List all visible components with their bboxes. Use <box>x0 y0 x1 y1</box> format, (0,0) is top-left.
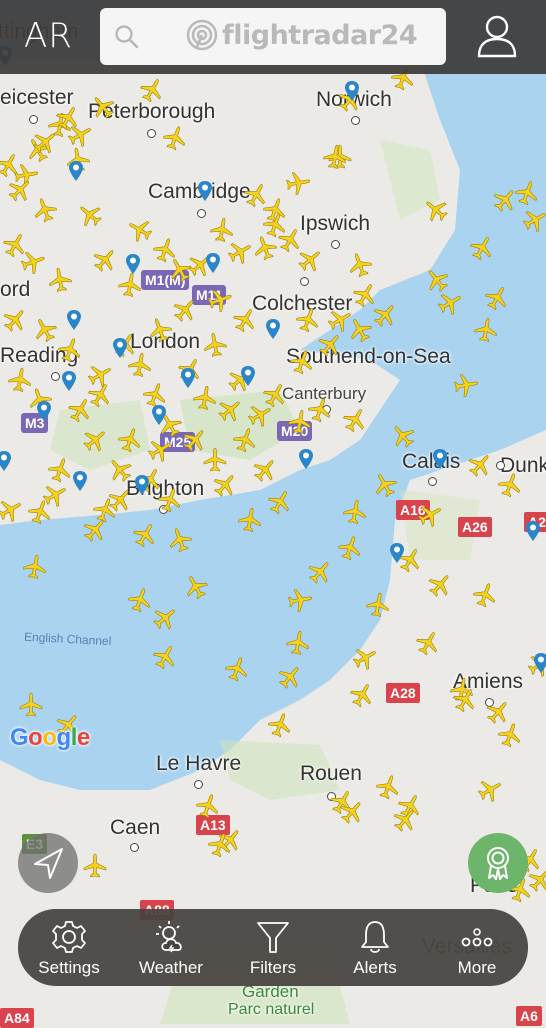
navigation-arrow-icon <box>34 848 63 879</box>
airport-pin-icon[interactable] <box>197 180 213 202</box>
aircraft-icon[interactable] <box>283 168 313 198</box>
aircraft-icon[interactable] <box>235 505 265 535</box>
aircraft-icon[interactable] <box>285 585 315 615</box>
search-placeholder: flightradar24 <box>222 19 418 51</box>
user-icon[interactable] <box>476 14 518 58</box>
city-dot <box>197 209 206 218</box>
my-location-button[interactable] <box>18 833 78 893</box>
aircraft-icon[interactable] <box>18 692 44 718</box>
award-ribbon-icon <box>487 847 509 880</box>
road-shield: A26 <box>458 517 492 537</box>
filter-icon <box>257 921 289 953</box>
aircraft-icon[interactable] <box>363 590 393 620</box>
airport-pin-icon[interactable] <box>36 400 52 422</box>
nav-filters-label: Filters <box>249 957 297 977</box>
bell-icon <box>361 920 389 953</box>
nav-more-label: More <box>457 957 497 977</box>
aircraft-icon[interactable] <box>20 552 50 582</box>
nav-settings[interactable]: Settings <box>24 918 114 978</box>
airport-pin-icon[interactable] <box>525 520 541 542</box>
top-bar: AR flightradar24 <box>0 0 546 74</box>
aircraft-icon[interactable] <box>320 142 350 172</box>
flightradar24-logo: flightradar24 <box>186 19 418 51</box>
radar-icon <box>186 19 218 51</box>
city-dot <box>51 372 60 381</box>
airport-pin-icon[interactable] <box>533 652 546 674</box>
airport-pin-icon[interactable] <box>265 318 281 340</box>
google-attribution: Google <box>10 724 90 751</box>
aircraft-icon[interactable] <box>451 370 481 400</box>
aircraft-icon[interactable] <box>283 628 313 658</box>
airport-pin-icon[interactable] <box>72 470 88 492</box>
airport-pin-icon[interactable] <box>125 253 141 275</box>
aircraft-icon[interactable] <box>5 365 35 395</box>
aircraft-icon[interactable] <box>340 497 370 527</box>
road-shield: A84 <box>0 1008 34 1028</box>
nav-filters[interactable]: Filters <box>228 918 318 978</box>
airport-pin-icon[interactable] <box>180 367 196 389</box>
city-label-oxford: ord <box>0 278 31 301</box>
airport-pin-icon[interactable] <box>389 542 405 564</box>
aircraft-icon[interactable] <box>45 265 75 295</box>
airport-pin-icon[interactable] <box>298 448 314 470</box>
ar-button[interactable]: AR <box>24 16 73 56</box>
aircraft-icon[interactable] <box>200 330 230 360</box>
city-label-ipswich: Ipswich <box>300 212 371 235</box>
airport-pin-icon[interactable] <box>432 448 448 470</box>
aircraft-icon[interactable] <box>82 853 108 879</box>
aircraft-icon[interactable] <box>125 350 155 380</box>
nav-weather-label: Weather <box>139 957 203 977</box>
city-dot <box>428 477 437 486</box>
city-dot <box>331 240 340 249</box>
city-dot <box>194 780 203 789</box>
airport-pin-icon[interactable] <box>66 309 82 331</box>
nav-settings-label: Settings <box>38 957 100 977</box>
road-shield: A6 <box>516 1006 542 1026</box>
road-shield: A28 <box>386 683 420 703</box>
nav-alerts[interactable]: Alerts <box>330 918 420 978</box>
city-dot <box>130 843 139 852</box>
search-input[interactable]: flightradar24 <box>100 8 446 65</box>
airport-pin-icon[interactable] <box>68 160 84 182</box>
nav-weather[interactable]: Weather <box>126 918 216 978</box>
bottom-nav: Settings Weather Filters Alerts More <box>18 909 528 986</box>
aircraft-icon[interactable] <box>285 407 315 437</box>
city-dot <box>147 129 156 138</box>
city-label-caen: Caen <box>110 816 161 839</box>
gear-icon <box>52 920 86 953</box>
nav-alerts-label: Alerts <box>353 957 397 977</box>
airport-pin-icon[interactable] <box>344 80 360 102</box>
aircraft-icon[interactable] <box>471 315 501 345</box>
city-label-le-havre: Le Havre <box>156 752 242 775</box>
airport-pin-icon[interactable] <box>240 365 256 387</box>
airport-pin-icon[interactable] <box>0 450 12 472</box>
city-dot <box>29 115 38 124</box>
airport-pin-icon[interactable] <box>151 404 167 426</box>
airport-pin-icon[interactable] <box>134 474 150 496</box>
airport-pin-icon[interactable] <box>205 252 221 274</box>
more-icon <box>461 927 493 946</box>
nav-more[interactable]: More <box>432 918 522 978</box>
city-label-rouen: Rouen <box>300 762 362 785</box>
airport-pin-icon[interactable] <box>61 370 77 392</box>
award-button[interactable] <box>468 833 528 893</box>
weather-icon <box>156 920 182 952</box>
park-label: Parc naturel <box>228 1001 315 1018</box>
airport-pin-icon[interactable] <box>112 337 128 359</box>
search-icon <box>115 25 139 49</box>
